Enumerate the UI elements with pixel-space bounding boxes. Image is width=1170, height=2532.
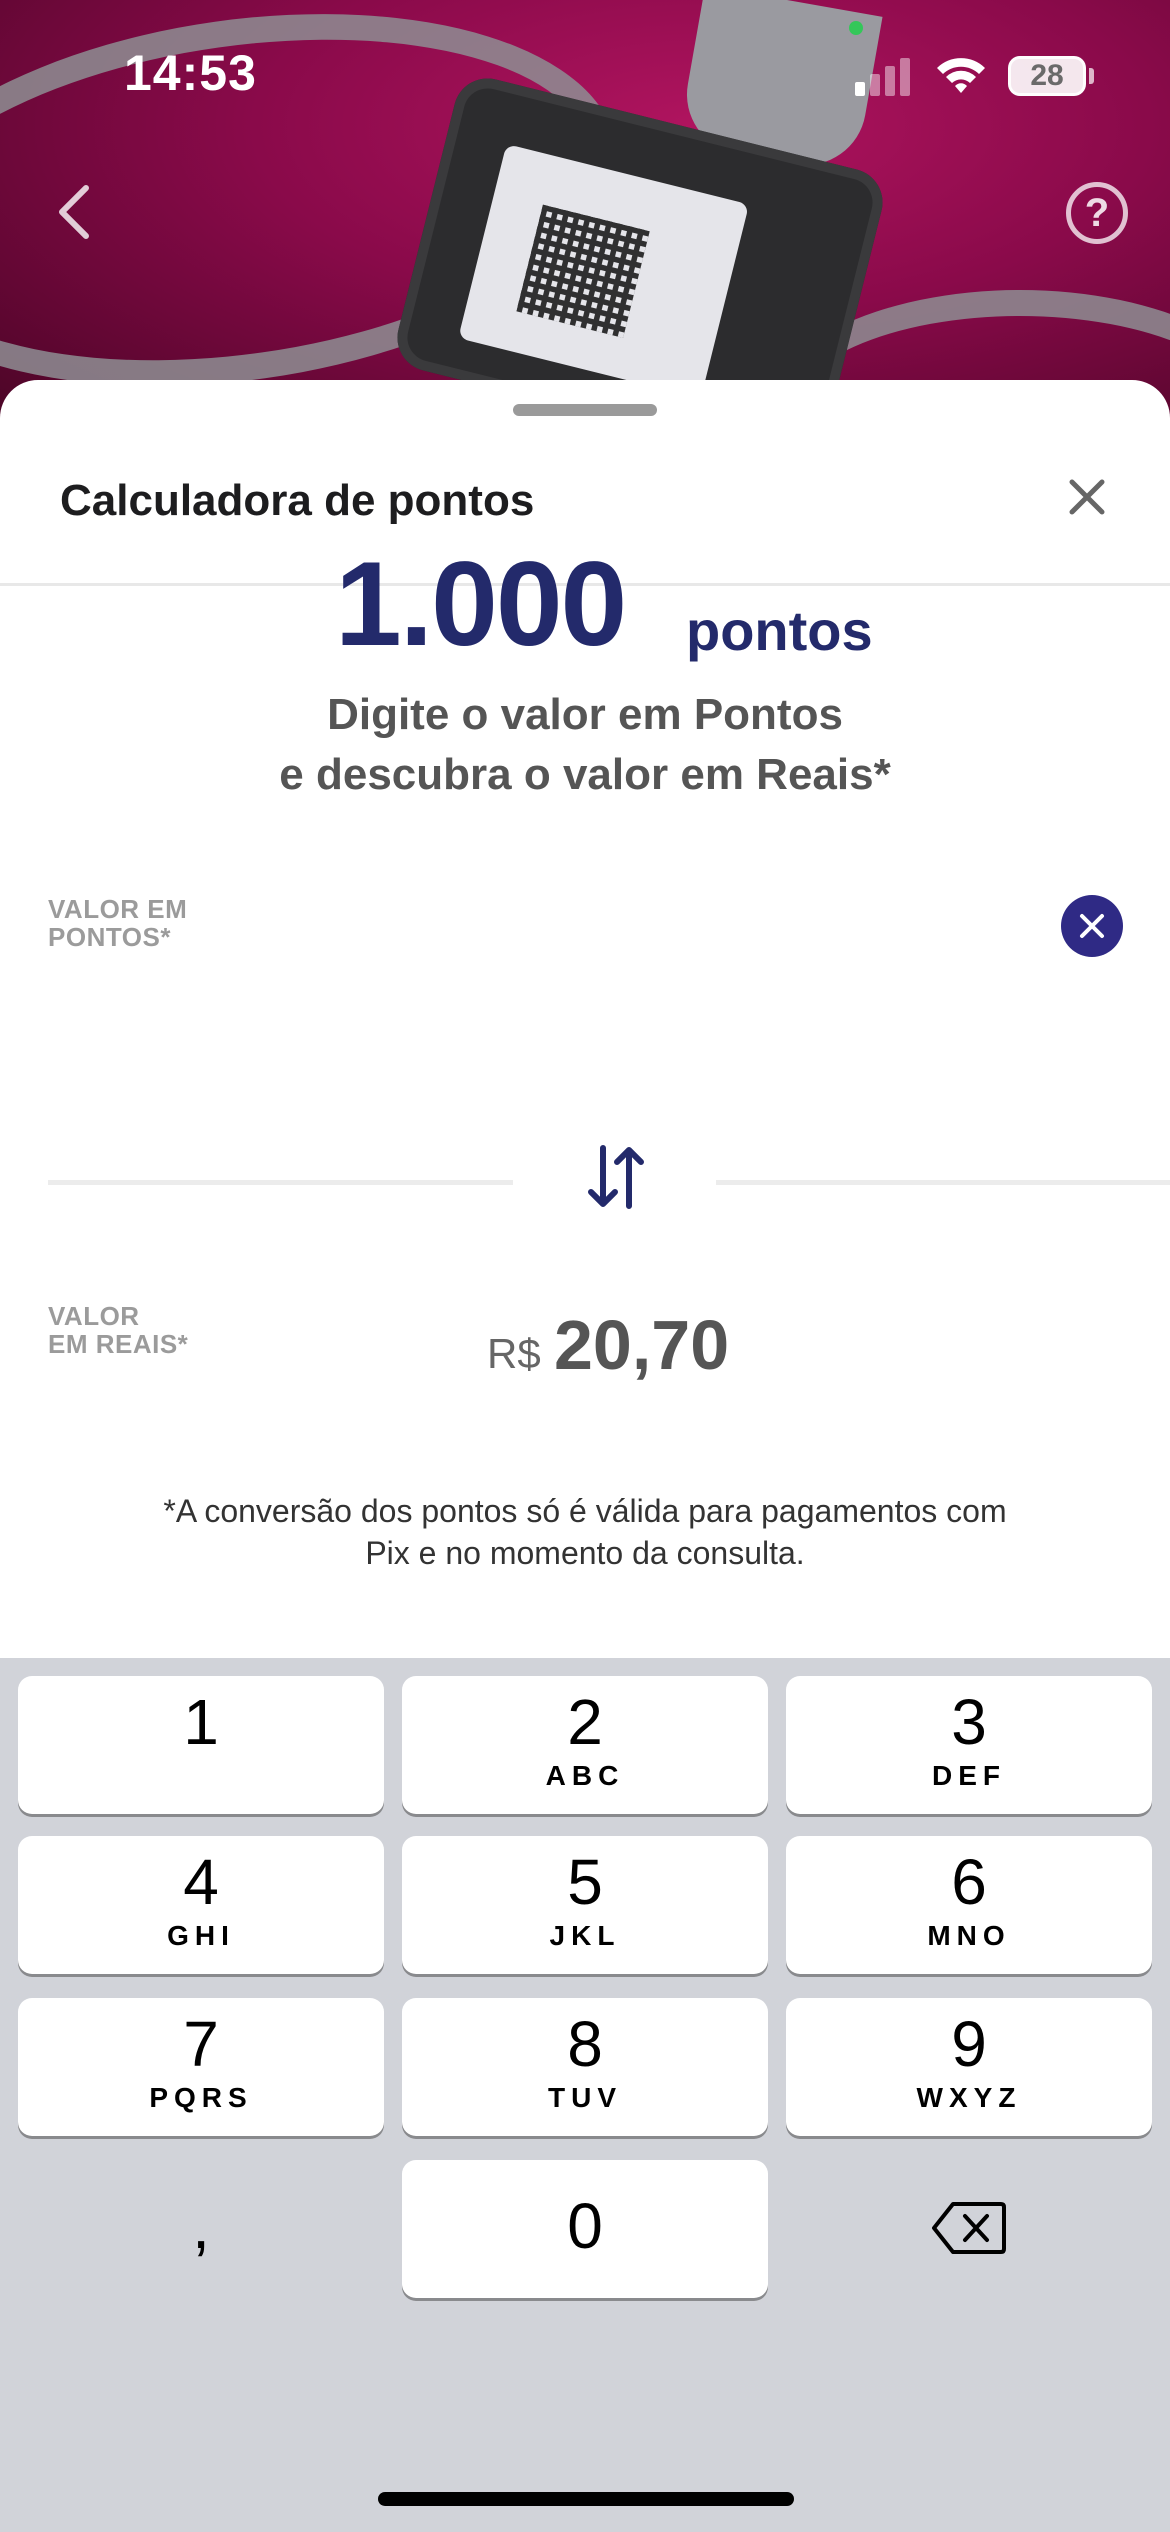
points-label: VALOR EM PONTOS* <box>48 894 188 952</box>
back-button[interactable] <box>48 180 100 244</box>
key-1[interactable]: 1 <box>18 1676 384 1814</box>
camera-in-use-indicator <box>849 21 863 35</box>
clear-icon <box>1080 914 1104 938</box>
key-2[interactable]: 2 ABC <box>402 1676 768 1814</box>
currency-symbol: R$ <box>487 1330 541 1377</box>
battery-indicator: 28 <box>1008 56 1086 96</box>
wifi-icon <box>937 58 985 93</box>
sheet-title: Calculadora de pontos <box>60 476 535 525</box>
cellular-signal-icon <box>855 56 915 96</box>
key-6[interactable]: 6 MNO <box>786 1836 1152 1974</box>
instruction-headline: Digite o valor em Pontos e descubra o va… <box>0 685 1170 805</box>
backspace-icon <box>932 2202 1006 2254</box>
question-circle-icon: ? <box>1084 190 1110 235</box>
key-8[interactable]: 8 TUV <box>402 1998 768 2136</box>
chevron-left-icon <box>59 185 89 239</box>
key-4[interactable]: 4 GHI <box>18 1836 384 1974</box>
close-button[interactable] <box>1060 470 1114 524</box>
headline-line-1: Digite o valor em Pontos <box>327 690 843 739</box>
conversion-disclaimer: *A conversão dos pontos só é válida para… <box>163 1493 1007 1571</box>
help-button[interactable]: ? <box>1066 182 1128 244</box>
reais-label: VALOR EM REAIS* <box>48 1301 189 1359</box>
clear-points-button[interactable] <box>1061 895 1123 957</box>
key-9[interactable]: 9 WXYZ <box>786 1998 1152 2136</box>
key-delete[interactable] <box>786 2160 1152 2298</box>
key-5[interactable]: 5 JKL <box>402 1836 768 1974</box>
key-3[interactable]: 3 DEF <box>786 1676 1152 1814</box>
home-indicator[interactable] <box>378 2492 794 2506</box>
key-7[interactable]: 7 PQRS <box>18 1998 384 2136</box>
key-0[interactable]: 0 <box>402 2160 768 2298</box>
battery-tip <box>1089 68 1094 84</box>
headline-line-2: e descubra o valor em Reais* <box>279 750 891 799</box>
sheet-grabber[interactable] <box>513 404 657 416</box>
points-unit: pontos <box>686 599 873 662</box>
close-icon <box>1069 479 1105 515</box>
swap-arrows-icon[interactable] <box>585 1142 647 1212</box>
points-input-value[interactable]: 1.000 <box>335 535 627 673</box>
numeric-keypad: 1 2 ABC 3 DEF 4 GHI 5 JKL 6 MNO 7 PQRS 8… <box>0 1658 1170 2532</box>
key-comma[interactable]: , <box>18 2160 384 2298</box>
swap-divider-right <box>716 1180 1170 1185</box>
status-time: 14:53 <box>124 45 257 101</box>
swap-divider-left <box>48 1180 513 1185</box>
reais-value: 20,70 <box>554 1306 730 1384</box>
